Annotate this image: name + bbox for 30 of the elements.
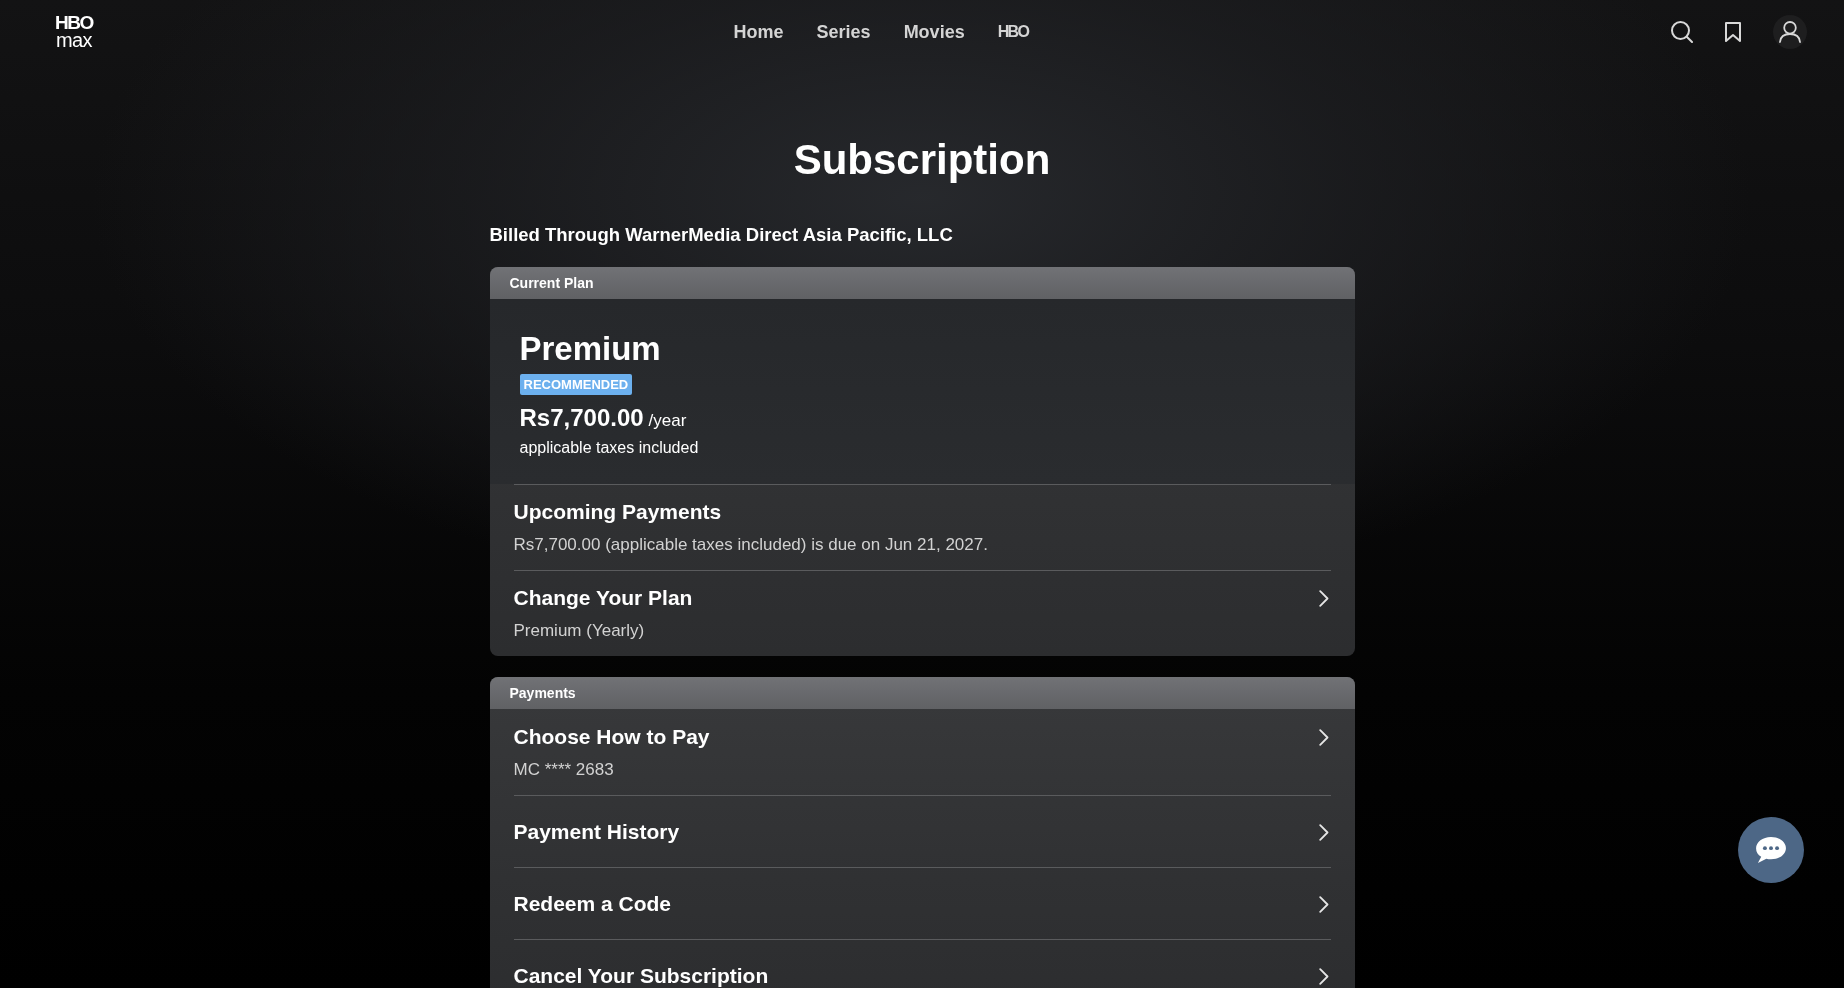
speech-bubble-icon bbox=[1755, 836, 1787, 864]
chevron-right-icon bbox=[1318, 967, 1329, 985]
nav-link[interactable]: Movies bbox=[903, 20, 965, 44]
plan-name: Premium bbox=[519, 329, 661, 369]
bookmark-icon[interactable] bbox=[1725, 22, 1741, 42]
site-logo[interactable]: HBO max bbox=[55, 15, 93, 49]
section-header: Payments bbox=[489, 677, 1355, 709]
billing-period-text: /year bbox=[648, 410, 687, 432]
menu-row[interactable]: Redeem a Code bbox=[489, 867, 1355, 939]
row-detail-text: Rs7,700.00 (applicable taxes included) is due on Jun 21, 2027. bbox=[513, 534, 988, 556]
menu-row[interactable]: Change Your Plan Premium (Yearly) bbox=[489, 570, 1355, 656]
user-icon[interactable] bbox=[1773, 15, 1807, 49]
row-heading: Upcoming Payments bbox=[513, 499, 722, 525]
chevron-right-icon bbox=[1318, 895, 1329, 913]
plan-badge: RECOMMENDED bbox=[519, 374, 633, 395]
section-header: Current Plan bbox=[489, 267, 1355, 299]
chevron-right-icon bbox=[1318, 589, 1329, 607]
page-title: Subscription bbox=[792, 135, 1052, 185]
menu-row[interactable]: Payment History bbox=[489, 795, 1355, 867]
billing-entity-text: Billed Through WarnerMedia Direct Asia Pacific, LLC bbox=[489, 223, 954, 247]
tax-note-text: applicable taxes included bbox=[519, 438, 699, 458]
nav-link[interactable]: Home bbox=[733, 20, 784, 44]
menu-row[interactable]: Cancel Your Subscription bbox=[489, 939, 1355, 988]
nav-link[interactable]: Series bbox=[816, 20, 871, 44]
chevron-right-icon bbox=[1318, 823, 1329, 841]
price-text: Rs7,700.00 bbox=[519, 403, 644, 433]
menu-row[interactable]: Choose How to Pay MC **** 2683 bbox=[489, 709, 1355, 795]
nav-logo[interactable]: HBO bbox=[997, 20, 1029, 44]
search-icon[interactable] bbox=[1671, 21, 1693, 43]
chevron-right-icon bbox=[1318, 728, 1329, 746]
